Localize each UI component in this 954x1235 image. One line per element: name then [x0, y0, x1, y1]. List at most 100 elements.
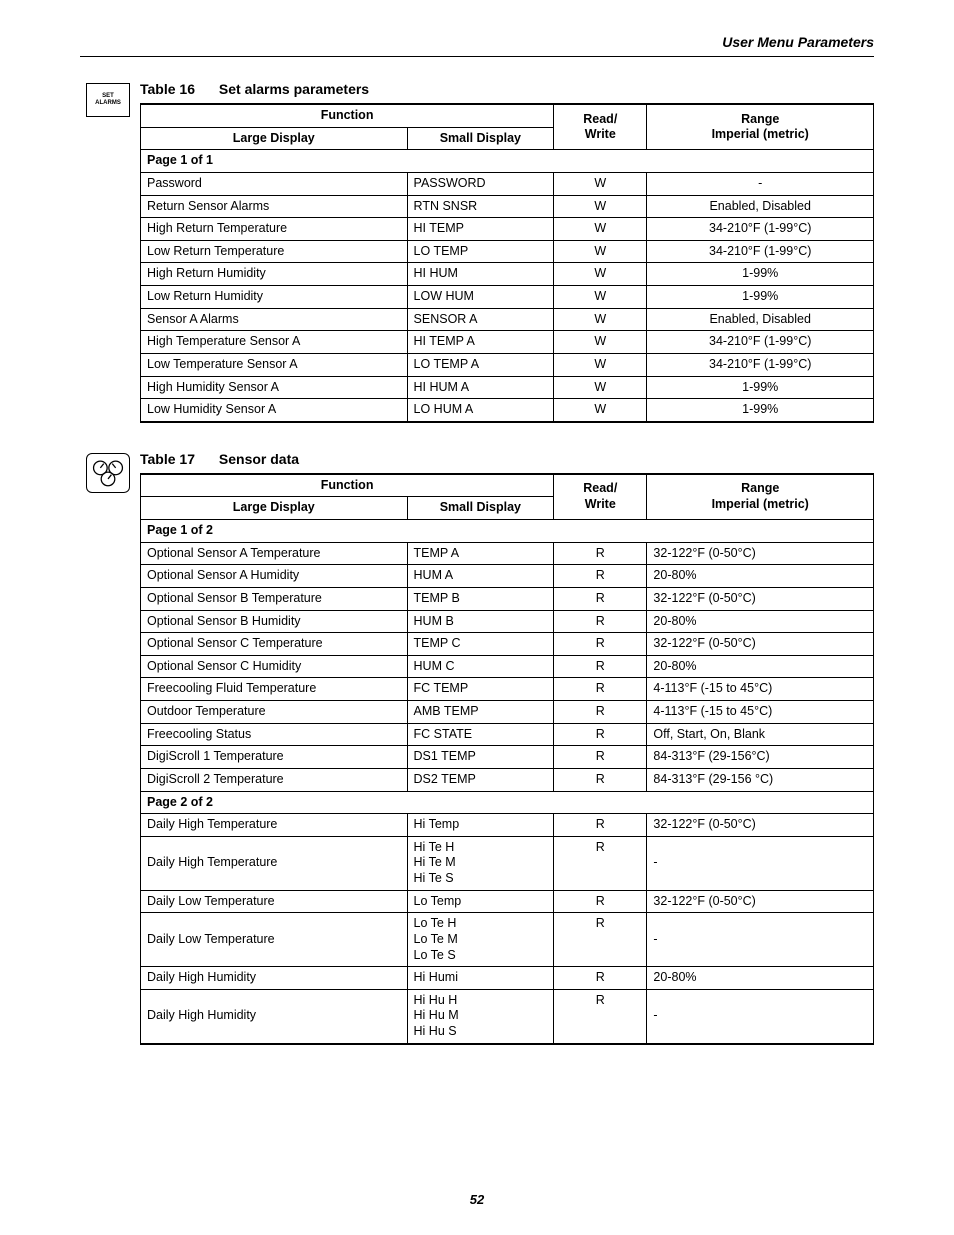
table-17-row: Daily High TemperatureHi Te HHi Te MHi T… [141, 836, 874, 890]
table-16-range: 1-99% [647, 286, 874, 309]
section-header: User Menu Parameters [80, 34, 874, 50]
table-16-head-function: Function [141, 104, 554, 127]
table-16-large-display: Sensor A Alarms [141, 308, 408, 331]
table-17-large-display: Outdoor Temperature [141, 701, 408, 724]
table-17-large-display: Daily Low Temperature [141, 890, 408, 913]
table-16-range: Enabled, Disabled [647, 195, 874, 218]
table-17-range: 4-113°F (-15 to 45°C) [647, 678, 874, 701]
table-16-range: - [647, 172, 874, 195]
table-16-rw: W [554, 376, 647, 399]
table-17-rw: R [554, 814, 647, 837]
table-16-large-display: High Temperature Sensor A [141, 331, 408, 354]
table-17-head-range-line1: Range [741, 481, 779, 495]
table-16-row: Low Humidity Sensor ALO HUM AW1-99% [141, 399, 874, 422]
table-16-large-display: High Return Humidity [141, 263, 408, 286]
table-17-range: - [647, 836, 874, 890]
table-17-large-display: Daily Low Temperature [141, 913, 408, 967]
table-16-rw: W [554, 331, 647, 354]
table-17-row: Daily High HumidityHi HumiR20-80% [141, 967, 874, 990]
table-17-large-display: Optional Sensor A Temperature [141, 542, 408, 565]
table-16-head-rw-line2: Write [585, 127, 616, 141]
table-16-row: Return Sensor AlarmsRTN SNSRWEnabled, Di… [141, 195, 874, 218]
table-16-small-display: LO HUM A [407, 399, 554, 422]
table-17-page-label-row: Page 1 of 2 [141, 520, 874, 543]
table-17-head-small: Small Display [407, 497, 554, 520]
table-17-range: Off, Start, On, Blank [647, 723, 874, 746]
table-17-small-display: Hi Te HHi Te MHi Te S [407, 836, 554, 890]
table-17-head-rw-line1: Read/ [583, 481, 617, 495]
table-17-range: 20-80% [647, 610, 874, 633]
table-16-small-display: RTN SNSR [407, 195, 554, 218]
table-16-small-display: LO TEMP A [407, 353, 554, 376]
table-17-small-display-line: Lo Te M [414, 932, 548, 948]
table-17-small-display: DS1 TEMP [407, 746, 554, 769]
table-16-head-rw-line1: Read/ [583, 112, 617, 126]
table-16-small-display: LO TEMP [407, 240, 554, 263]
table-16: Function Read/ Write Range Imperial (met… [140, 103, 874, 423]
table-16-small-display: SENSOR A [407, 308, 554, 331]
table-16-large-display: Password [141, 172, 408, 195]
page-number: 52 [0, 1192, 954, 1207]
table-16-caption: Table 16 Set alarms parameters [140, 81, 874, 97]
table-16-rw: W [554, 353, 647, 376]
table-17-small-display: FC STATE [407, 723, 554, 746]
table-16-page-label: Page 1 of 1 [141, 150, 874, 173]
table-16-rw: W [554, 286, 647, 309]
table-17-large-display: Daily High Humidity [141, 967, 408, 990]
table-17-page-label: Page 2 of 2 [141, 791, 874, 814]
table-16-small-display: LOW HUM [407, 286, 554, 309]
table-17-large-display: Optional Sensor C Temperature [141, 633, 408, 656]
table-17-row: Optional Sensor B HumidityHUM BR20-80% [141, 610, 874, 633]
table-17-range: 20-80% [647, 565, 874, 588]
table-17-small-display: HUM C [407, 655, 554, 678]
header-rule [80, 56, 874, 57]
table-17-range: 20-80% [647, 967, 874, 990]
table-17-head-range-line2: Imperial (metric) [712, 497, 809, 511]
table-16-rw: W [554, 263, 647, 286]
table-17-rw: R [554, 633, 647, 656]
table-17-small-display-line: Hi Hu H [414, 993, 548, 1009]
set-alarms-icon: SET ALARMS [86, 83, 130, 117]
table-16-row: High Temperature Sensor AHI TEMP AW34-21… [141, 331, 874, 354]
table-17-rw: R [554, 967, 647, 990]
table-16-row: PasswordPASSWORDW- [141, 172, 874, 195]
table-17-small-display-line: Lo Te H [414, 916, 548, 932]
table-16-head-rw: Read/ Write [554, 104, 647, 150]
table-17-range: - [647, 989, 874, 1043]
table-17-small-display: DS2 TEMP [407, 768, 554, 791]
table-16-head-range-line1: Range [741, 112, 779, 126]
table-17-rw: R [554, 565, 647, 588]
table-16-large-display: Return Sensor Alarms [141, 195, 408, 218]
table-16-row: High Return HumidityHI HUMW1-99% [141, 263, 874, 286]
table-17-small-display: Lo Te HLo Te MLo Te S [407, 913, 554, 967]
table-17-large-display: Freecooling Status [141, 723, 408, 746]
table-17-rw: R [554, 723, 647, 746]
table-16-small-display: HI TEMP A [407, 331, 554, 354]
table-17-row: DigiScroll 2 TemperatureDS2 TEMPR84-313°… [141, 768, 874, 791]
table-17-head-function: Function [141, 474, 554, 497]
set-alarms-icon-line2: ALARMS [95, 100, 121, 107]
table-17-small-display: TEMP B [407, 587, 554, 610]
table-16-row: High Return TemperatureHI TEMPW34-210°F … [141, 218, 874, 241]
table-17-rw: R [554, 836, 647, 890]
table-17-row: Daily Low TemperatureLo Te HLo Te MLo Te… [141, 913, 874, 967]
table-16-large-display: Low Return Temperature [141, 240, 408, 263]
table-17-head-rw: Read/ Write [554, 474, 647, 520]
table-16-rw: W [554, 218, 647, 241]
table-17-head-rw-line2: Write [585, 497, 616, 511]
table-17-large-display: Daily High Temperature [141, 814, 408, 837]
table-16-row: Low Return HumidityLOW HUMW1-99% [141, 286, 874, 309]
table-16-row: High Humidity Sensor AHI HUM AW1-99% [141, 376, 874, 399]
table-16-row: Low Return TemperatureLO TEMPW34-210°F (… [141, 240, 874, 263]
table-17-head-range: Range Imperial (metric) [647, 474, 874, 520]
table-17-row: Outdoor TemperatureAMB TEMPR4-113°F (-15… [141, 701, 874, 724]
table-16-large-display: Low Temperature Sensor A [141, 353, 408, 376]
table-16-range: 34-210°F (1-99°C) [647, 353, 874, 376]
table-17-row: Daily Low TemperatureLo TempR32-122°F (0… [141, 890, 874, 913]
table-17-small-display-line: Hi Te S [414, 871, 548, 887]
table-17-page-label-row: Page 2 of 2 [141, 791, 874, 814]
table-17-row: Optional Sensor A HumidityHUM AR20-80% [141, 565, 874, 588]
table-17: Function Read/ Write Range Imperial (met… [140, 473, 874, 1045]
table-16-range: 34-210°F (1-99°C) [647, 218, 874, 241]
table-17-range: 4-113°F (-15 to 45°C) [647, 701, 874, 724]
